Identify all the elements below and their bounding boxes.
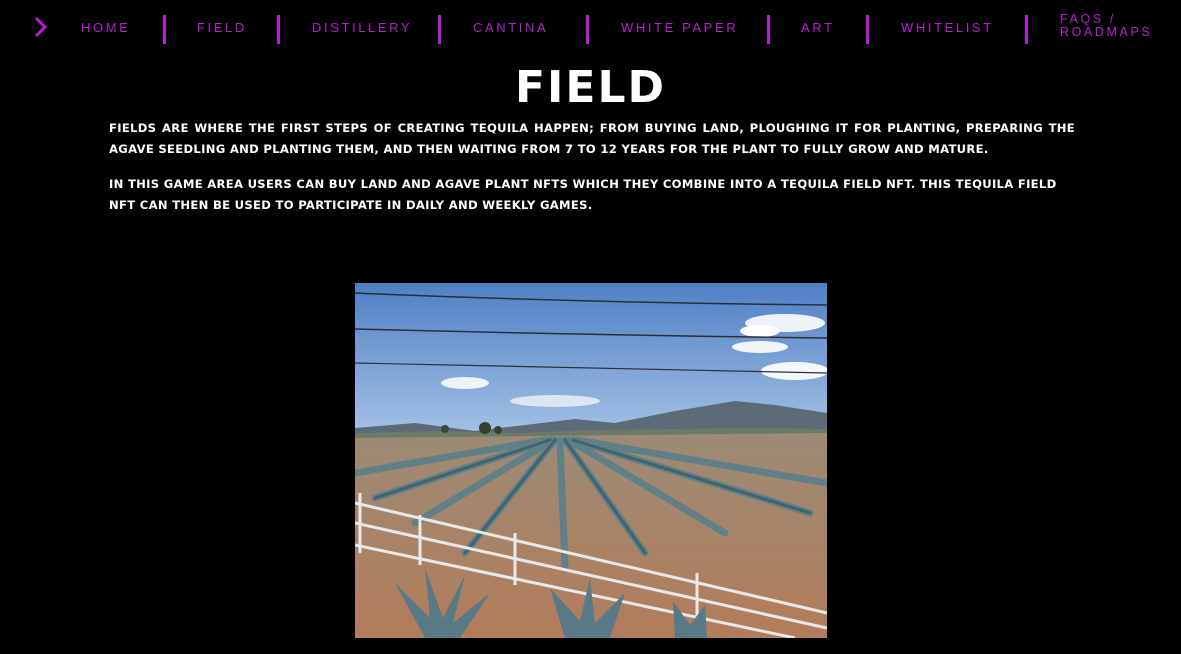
nav-item-distillery[interactable]: DISTILLERY (312, 19, 412, 37)
nav-item-roadmaps-label: ROADMAPS (1060, 25, 1153, 39)
nav-item-faqs-label: FAQS / (1060, 12, 1116, 26)
nav-item-cantina[interactable]: CANTINA (473, 19, 548, 37)
nav-divider (866, 15, 869, 44)
nav-item-whitelist[interactable]: WHITELIST (901, 19, 994, 37)
nav-item-faqs-roadmaps[interactable]: FAQS / ROADMAPS (1060, 12, 1152, 39)
agave-field-photo (355, 283, 827, 638)
chevron-right-icon[interactable] (32, 15, 50, 39)
nav-divider (767, 15, 770, 44)
nav-divider (277, 15, 280, 44)
nav-divider (586, 15, 589, 44)
nav-divider (1025, 15, 1028, 44)
game-area-paragraph: In this game area users can buy land and… (109, 177, 1057, 212)
nav-divider (438, 15, 441, 44)
nav-item-home[interactable]: HOME (81, 19, 130, 37)
page-title: FIELD (514, 62, 667, 113)
intro-paragraph: Fields are where the first steps of crea… (109, 121, 1075, 156)
nav-item-art[interactable]: ART (801, 19, 835, 37)
nav-divider (163, 15, 166, 44)
nav-item-white-paper[interactable]: WHITE PAPER (621, 19, 738, 37)
nav-item-field[interactable]: FIELD (197, 19, 247, 37)
top-navigation: HOME FIELD DISTILLERY CANTINA WHITE PAPE… (0, 0, 1181, 56)
